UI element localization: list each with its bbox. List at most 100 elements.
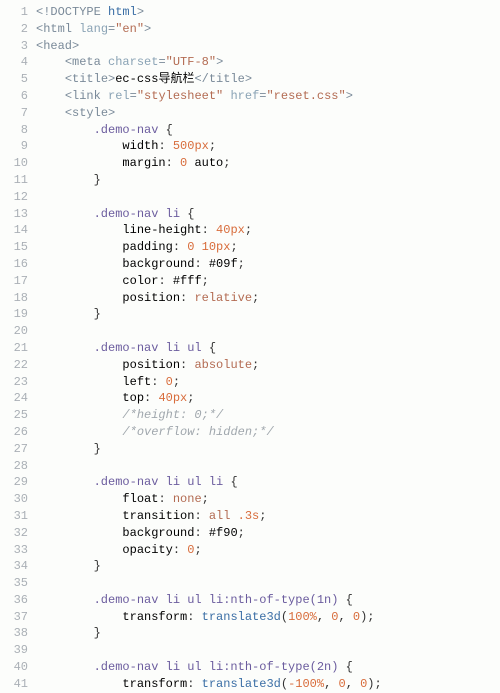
- line-number: 7: [0, 105, 36, 122]
- line-number: 35: [0, 575, 36, 592]
- code-line: 29 .demo-nav li ul li {: [0, 474, 500, 491]
- code-content: <meta charset="UTF-8">: [36, 54, 223, 71]
- code-content: .demo-nav li {: [36, 206, 194, 223]
- line-number: 18: [0, 290, 36, 307]
- code-line: 26 /*overflow: hidden;*/: [0, 424, 500, 441]
- line-number: 13: [0, 206, 36, 223]
- line-number: 10: [0, 155, 36, 172]
- code-content: background: #09f;: [36, 256, 245, 273]
- code-content: <head>: [36, 38, 79, 55]
- code-content: background: #f90;: [36, 525, 245, 542]
- code-content: }: [36, 625, 101, 642]
- line-number: 2: [0, 21, 36, 38]
- line-number: 6: [0, 88, 36, 105]
- code-line: 41 transform: translate3d(-100%, 0, 0);: [0, 676, 500, 693]
- line-number: 24: [0, 390, 36, 407]
- line-number: 21: [0, 340, 36, 357]
- code-content: line-height: 40px;: [36, 222, 252, 239]
- code-line: 9 width: 500px;: [0, 138, 500, 155]
- line-number: 30: [0, 491, 36, 508]
- code-content: <title>ec-css导航栏</title>: [36, 71, 252, 88]
- code-line: 5 <title>ec-css导航栏</title>: [0, 71, 500, 88]
- line-number: 40: [0, 659, 36, 676]
- line-number: 8: [0, 122, 36, 139]
- line-number: 34: [0, 558, 36, 575]
- line-number: 22: [0, 357, 36, 374]
- line-number: 28: [0, 458, 36, 475]
- line-number: 3: [0, 38, 36, 55]
- code-content: <link rel="stylesheet" href="reset.css">: [36, 88, 353, 105]
- code-line: 34 }: [0, 558, 500, 575]
- line-number: 27: [0, 441, 36, 458]
- code-line: 28: [0, 458, 500, 475]
- code-content: }: [36, 558, 101, 575]
- code-content: position: absolute;: [36, 357, 259, 374]
- line-number: 14: [0, 222, 36, 239]
- code-content: transform: translate3d(-100%, 0, 0);: [36, 676, 382, 693]
- line-number: 31: [0, 508, 36, 525]
- code-line: 25 /*height: 0;*/: [0, 407, 500, 424]
- line-number: 4: [0, 54, 36, 71]
- line-number: 38: [0, 625, 36, 642]
- code-content: color: #fff;: [36, 273, 209, 290]
- code-content: <!DOCTYPE html>: [36, 4, 144, 21]
- code-line: 37 transform: translate3d(100%, 0, 0);: [0, 609, 500, 626]
- line-number: 41: [0, 676, 36, 693]
- code-line: 1<!DOCTYPE html>: [0, 4, 500, 21]
- code-content: .demo-nav li ul li:nth-of-type(1n) {: [36, 592, 353, 609]
- code-content: <style>: [36, 105, 115, 122]
- line-number: 11: [0, 172, 36, 189]
- code-editor: 1<!DOCTYPE html>2<html lang="en">3<head>…: [0, 4, 500, 693]
- code-line: 18 position: relative;: [0, 290, 500, 307]
- line-number: 19: [0, 306, 36, 323]
- line-number: 33: [0, 542, 36, 559]
- code-line: 21 .demo-nav li ul {: [0, 340, 500, 357]
- code-line: 4 <meta charset="UTF-8">: [0, 54, 500, 71]
- line-number: 39: [0, 642, 36, 659]
- code-content: margin: 0 auto;: [36, 155, 230, 172]
- code-line: 14 line-height: 40px;: [0, 222, 500, 239]
- code-content: width: 500px;: [36, 138, 216, 155]
- code-line: 11 }: [0, 172, 500, 189]
- code-content: /*overflow: hidden;*/: [36, 424, 274, 441]
- code-line: 36 .demo-nav li ul li:nth-of-type(1n) {: [0, 592, 500, 609]
- line-number: 9: [0, 138, 36, 155]
- line-number: 16: [0, 256, 36, 273]
- code-line: 24 top: 40px;: [0, 390, 500, 407]
- code-content: }: [36, 306, 101, 323]
- code-line: 6 <link rel="stylesheet" href="reset.css…: [0, 88, 500, 105]
- line-number: 15: [0, 239, 36, 256]
- line-number: 32: [0, 525, 36, 542]
- code-line: 35: [0, 575, 500, 592]
- code-line: 8 .demo-nav {: [0, 122, 500, 139]
- code-content: opacity: 0;: [36, 542, 202, 559]
- code-content: .demo-nav li ul li:nth-of-type(2n) {: [36, 659, 353, 676]
- code-line: 13 .demo-nav li {: [0, 206, 500, 223]
- line-number: 25: [0, 407, 36, 424]
- line-number: 12: [0, 189, 36, 206]
- line-number: 29: [0, 474, 36, 491]
- line-number: 26: [0, 424, 36, 441]
- code-line: 31 transition: all .3s;: [0, 508, 500, 525]
- code-line: 20: [0, 323, 500, 340]
- code-line: 30 float: none;: [0, 491, 500, 508]
- code-content: position: relative;: [36, 290, 259, 307]
- code-line: 32 background: #f90;: [0, 525, 500, 542]
- code-line: 33 opacity: 0;: [0, 542, 500, 559]
- code-line: 15 padding: 0 10px;: [0, 239, 500, 256]
- line-number: 5: [0, 71, 36, 88]
- code-content: left: 0;: [36, 374, 180, 391]
- code-line: 27 }: [0, 441, 500, 458]
- code-line: 3<head>: [0, 38, 500, 55]
- code-content: }: [36, 441, 101, 458]
- code-line: 10 margin: 0 auto;: [0, 155, 500, 172]
- code-content: transition: all .3s;: [36, 508, 266, 525]
- line-number: 20: [0, 323, 36, 340]
- code-content: padding: 0 10px;: [36, 239, 238, 256]
- code-content: }: [36, 172, 101, 189]
- code-line: 39: [0, 642, 500, 659]
- code-content: /*height: 0;*/: [36, 407, 223, 424]
- line-number: 1: [0, 4, 36, 21]
- code-content: top: 40px;: [36, 390, 194, 407]
- code-content: .demo-nav li ul li {: [36, 474, 238, 491]
